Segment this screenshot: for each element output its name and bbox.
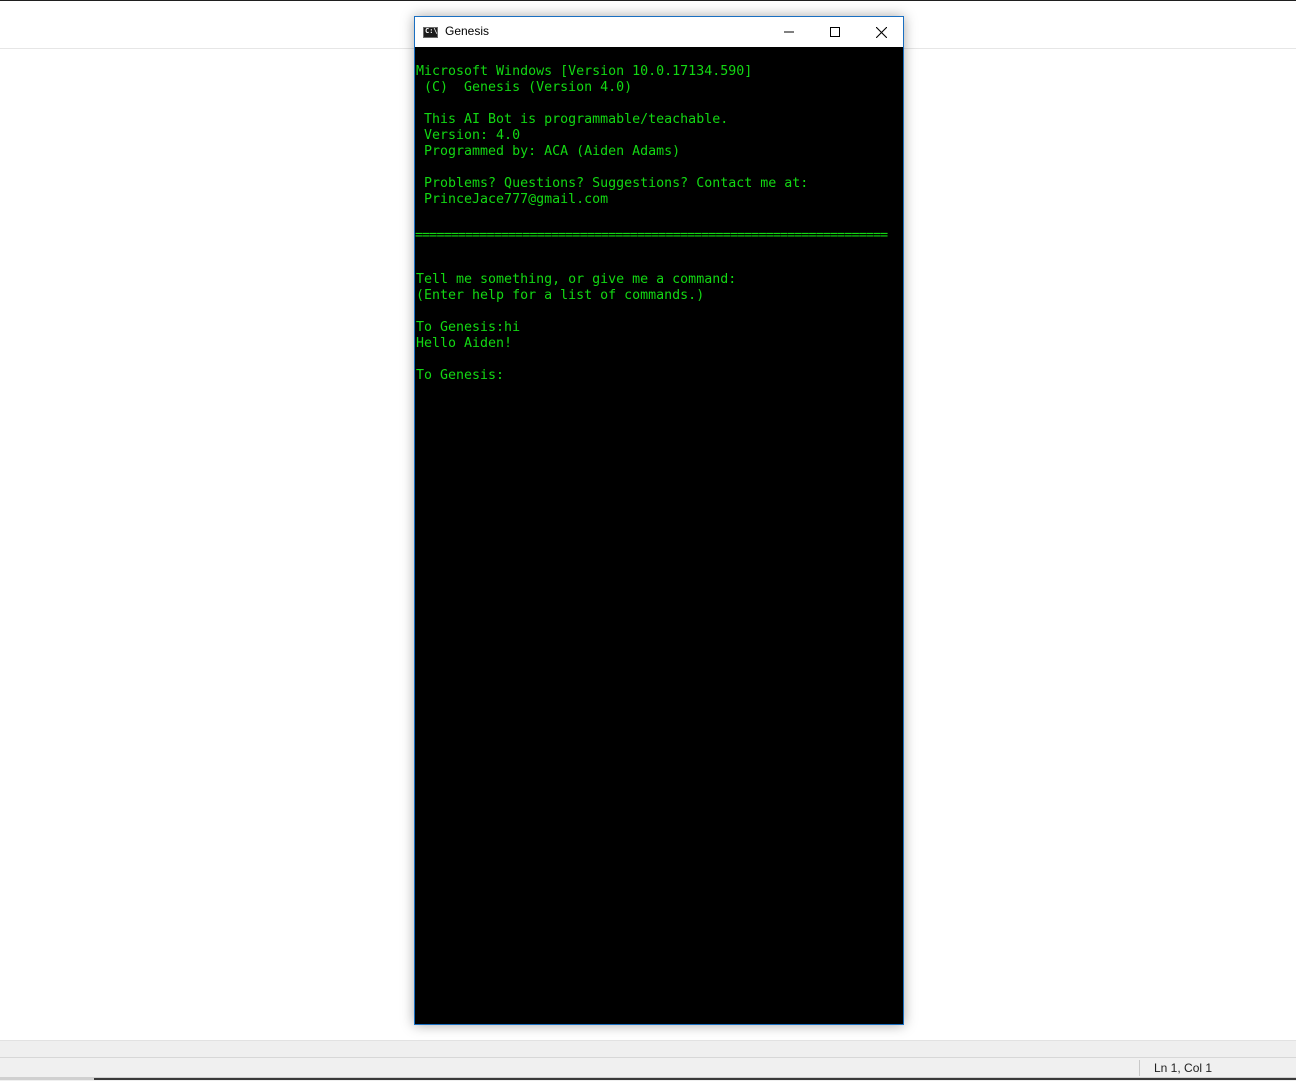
status-bar-separator	[1139, 1060, 1140, 1076]
maximize-icon	[830, 27, 840, 37]
console-icon: C:\	[423, 27, 438, 38]
console-divider: ========================================…	[415, 228, 888, 243]
console-line: Microsoft Windows [Version 10.0.17134.59…	[416, 64, 753, 79]
console-line: (Enter help for a list of commands.)	[416, 288, 705, 303]
top-border	[0, 0, 1296, 1]
console-line: Hello Aiden!	[416, 336, 513, 351]
console-line: Programmed by: ACA (Aiden Adams)	[416, 144, 681, 159]
close-icon	[875, 26, 887, 38]
console-window[interactable]: C:\ Genesis Microsoft Windows [Version 1…	[414, 16, 904, 1025]
status-cursor-position: Ln 1, Col 1	[1154, 1061, 1213, 1075]
minimize-icon	[784, 31, 794, 33]
close-button[interactable]	[858, 17, 904, 47]
maximize-button[interactable]	[812, 17, 858, 47]
background-horizontal-scrollbar[interactable]	[0, 1040, 1296, 1057]
console-prompt[interactable]: To Genesis:	[416, 368, 504, 384]
console-line: To Genesis:hi	[416, 320, 521, 335]
console-line: (C) Genesis (Version 4.0)	[416, 80, 633, 95]
console-line: Tell me something, or give me a command:	[416, 272, 737, 287]
title-bar[interactable]: C:\ Genesis	[415, 17, 903, 47]
console-line: PrinceJace777@gmail.com	[416, 192, 609, 207]
console-line: Problems? Questions? Suggestions? Contac…	[416, 176, 809, 191]
minimize-button[interactable]	[766, 17, 812, 47]
console-output[interactable]: Microsoft Windows [Version 10.0.17134.59…	[415, 47, 903, 1024]
console-line: Version: 4.0	[416, 128, 521, 143]
console-line: This AI Bot is programmable/teachable.	[416, 112, 729, 127]
window-title: Genesis	[445, 24, 490, 38]
